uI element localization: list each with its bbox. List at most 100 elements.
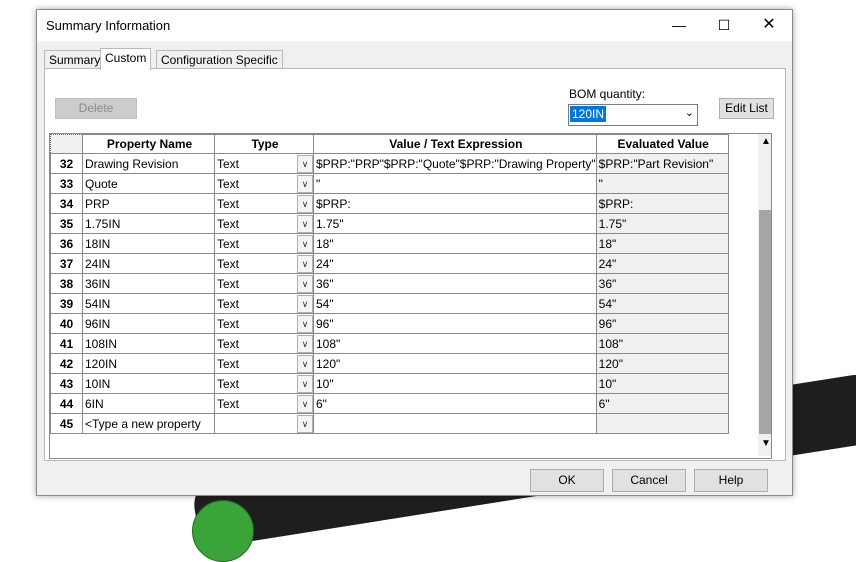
property-name-cell[interactable]: 54IN	[82, 293, 215, 314]
row-number[interactable]: 43	[50, 373, 83, 394]
table-row[interactable]: 32 Drawing Revision Text ∨ $PRP:"PRP"$PRP:"Q…	[50, 153, 729, 174]
property-name-cell[interactable]: Quote	[82, 173, 215, 194]
bom-quantity-select[interactable]: 120IN ⌄	[568, 104, 698, 126]
value-expression-cell[interactable]: 108"	[313, 333, 597, 354]
property-name-cell[interactable]: 24IN	[82, 253, 215, 274]
row-number[interactable]: 41	[50, 333, 83, 354]
value-expression-cell[interactable]: 24"	[313, 253, 597, 274]
edit-list-button[interactable]: Edit List	[719, 98, 774, 119]
value-expression-cell[interactable]: 18"	[313, 233, 597, 254]
property-name-cell[interactable]: 10IN	[82, 373, 215, 394]
scrollbar-thumb[interactable]	[759, 210, 771, 434]
type-cell[interactable]: Text ∨	[214, 393, 314, 414]
row-number[interactable]: 34	[50, 193, 83, 214]
type-cell[interactable]: Text ∨	[214, 173, 314, 194]
chevron-down-icon[interactable]: ∨	[297, 215, 313, 233]
table-row[interactable]: 36 18IN Text ∨ 18" 18"	[50, 233, 729, 254]
ok-button[interactable]: OK	[530, 469, 604, 492]
tab-configuration-specific[interactable]: Configuration Specific	[156, 50, 283, 69]
type-cell[interactable]: Text ∨	[214, 293, 314, 314]
chevron-down-icon[interactable]: ∨	[297, 175, 313, 193]
table-row[interactable]: 42 120IN Text ∨ 120" 120"	[50, 353, 729, 374]
row-number[interactable]: 32	[50, 153, 83, 174]
chevron-down-icon[interactable]: ∨	[297, 155, 313, 173]
row-number[interactable]: 39	[50, 293, 83, 314]
value-expression-cell[interactable]: 54"	[313, 293, 597, 314]
table-row[interactable]: 40 96IN Text ∨ 96" 96"	[50, 313, 729, 334]
type-cell[interactable]: Text ∨	[214, 313, 314, 334]
property-name-cell[interactable]: 6IN	[82, 393, 215, 414]
chevron-down-icon[interactable]: ∨	[297, 355, 313, 373]
table-corner-cell[interactable]	[50, 134, 83, 154]
property-name-cell[interactable]: 36IN	[82, 273, 215, 294]
column-header-property-name[interactable]: Property Name	[82, 134, 215, 154]
column-header-type[interactable]: Type	[214, 134, 314, 154]
scroll-up-icon[interactable]: ▲	[758, 136, 771, 150]
minimize-icon[interactable]: —	[656, 10, 702, 41]
table-row[interactable]: 35 1.75IN Text ∨ 1.75" 1.75"	[50, 213, 729, 234]
row-number[interactable]: 36	[50, 233, 83, 254]
table-row[interactable]: 37 24IN Text ∨ 24" 24"	[50, 253, 729, 274]
column-header-evaluated-value[interactable]: Evaluated Value	[595, 134, 729, 154]
table-row[interactable]: 34 PRP Text ∨ $PRP: $PRP:	[50, 193, 729, 214]
type-cell[interactable]: ∨	[214, 413, 314, 434]
row-number[interactable]: 45	[50, 413, 83, 434]
type-cell[interactable]: Text ∨	[214, 353, 314, 374]
value-expression-cell[interactable]: $PRP:	[313, 193, 597, 214]
value-expression-cell[interactable]: 120"	[313, 353, 597, 374]
type-cell[interactable]: Text ∨	[214, 253, 314, 274]
tab-summary[interactable]: Summary	[44, 50, 106, 69]
chevron-down-icon[interactable]: ∨	[297, 395, 313, 413]
row-number[interactable]: 37	[50, 253, 83, 274]
chevron-down-icon[interactable]: ∨	[297, 255, 313, 273]
property-name-cell[interactable]: <Type a new property	[82, 413, 215, 434]
value-expression-cell[interactable]: 96"	[313, 313, 597, 334]
value-expression-cell[interactable]: 10"	[313, 373, 597, 394]
delete-button[interactable]: Delete	[55, 98, 137, 119]
property-name-cell[interactable]: 120IN	[82, 353, 215, 374]
chevron-down-icon[interactable]: ∨	[297, 275, 313, 293]
row-number[interactable]: 40	[50, 313, 83, 334]
tab-custom[interactable]: Custom	[100, 48, 152, 70]
chevron-down-icon[interactable]: ∨	[297, 415, 313, 433]
row-number[interactable]: 33	[50, 173, 83, 194]
property-name-cell[interactable]: PRP	[82, 193, 215, 214]
help-button[interactable]: Help	[694, 469, 768, 492]
type-cell[interactable]: Text ∨	[214, 333, 314, 354]
value-expression-cell[interactable]: "	[313, 173, 597, 194]
cancel-button[interactable]: Cancel	[612, 469, 686, 492]
table-row[interactable]: 41 108IN Text ∨ 108" 108"	[50, 333, 729, 354]
chevron-down-icon[interactable]: ∨	[297, 375, 313, 393]
type-cell[interactable]: Text ∨	[214, 373, 314, 394]
value-expression-cell[interactable]: 36"	[313, 273, 597, 294]
table-row[interactable]: 38 36IN Text ∨ 36" 36"	[50, 273, 729, 294]
property-name-cell[interactable]: 96IN	[82, 313, 215, 334]
property-name-cell[interactable]: Drawing Revision	[82, 153, 215, 174]
value-expression-cell[interactable]: 1.75"	[313, 213, 597, 234]
chevron-down-icon[interactable]: ∨	[297, 295, 313, 313]
row-number[interactable]: 44	[50, 393, 83, 414]
vertical-scrollbar[interactable]: ▲ ▼	[758, 134, 771, 456]
value-expression-cell[interactable]: 6"	[313, 393, 597, 414]
table-row[interactable]: 43 10IN Text ∨ 10" 10"	[50, 373, 729, 394]
table-row[interactable]: 44 6IN Text ∨ 6" 6"	[50, 393, 729, 414]
value-expression-cell[interactable]	[313, 413, 597, 434]
chevron-down-icon[interactable]: ∨	[297, 315, 313, 333]
chevron-down-icon[interactable]: ∨	[297, 195, 313, 213]
property-name-cell[interactable]: 1.75IN	[82, 213, 215, 234]
value-expression-cell[interactable]: $PRP:"PRP"$PRP:"Quote"$PRP:"Drawing Prop…	[313, 153, 597, 174]
property-name-cell[interactable]: 108IN	[82, 333, 215, 354]
chevron-down-icon[interactable]: ∨	[297, 235, 313, 253]
chevron-down-icon[interactable]: ∨	[297, 335, 313, 353]
row-number[interactable]: 38	[50, 273, 83, 294]
table-row[interactable]: 45 <Type a new property ∨	[50, 413, 729, 434]
table-row[interactable]: 39 54IN Text ∨ 54" 54"	[50, 293, 729, 314]
type-cell[interactable]: Text ∨	[214, 213, 314, 234]
maximize-icon[interactable]: ☐	[701, 10, 747, 41]
type-cell[interactable]: Text ∨	[214, 233, 314, 254]
property-name-cell[interactable]: 18IN	[82, 233, 215, 254]
type-cell[interactable]: Text ∨	[214, 153, 314, 174]
type-cell[interactable]: Text ∨	[214, 193, 314, 214]
column-header-value[interactable]: Value / Text Expression	[313, 134, 597, 154]
close-icon[interactable]: ✕	[746, 10, 792, 41]
